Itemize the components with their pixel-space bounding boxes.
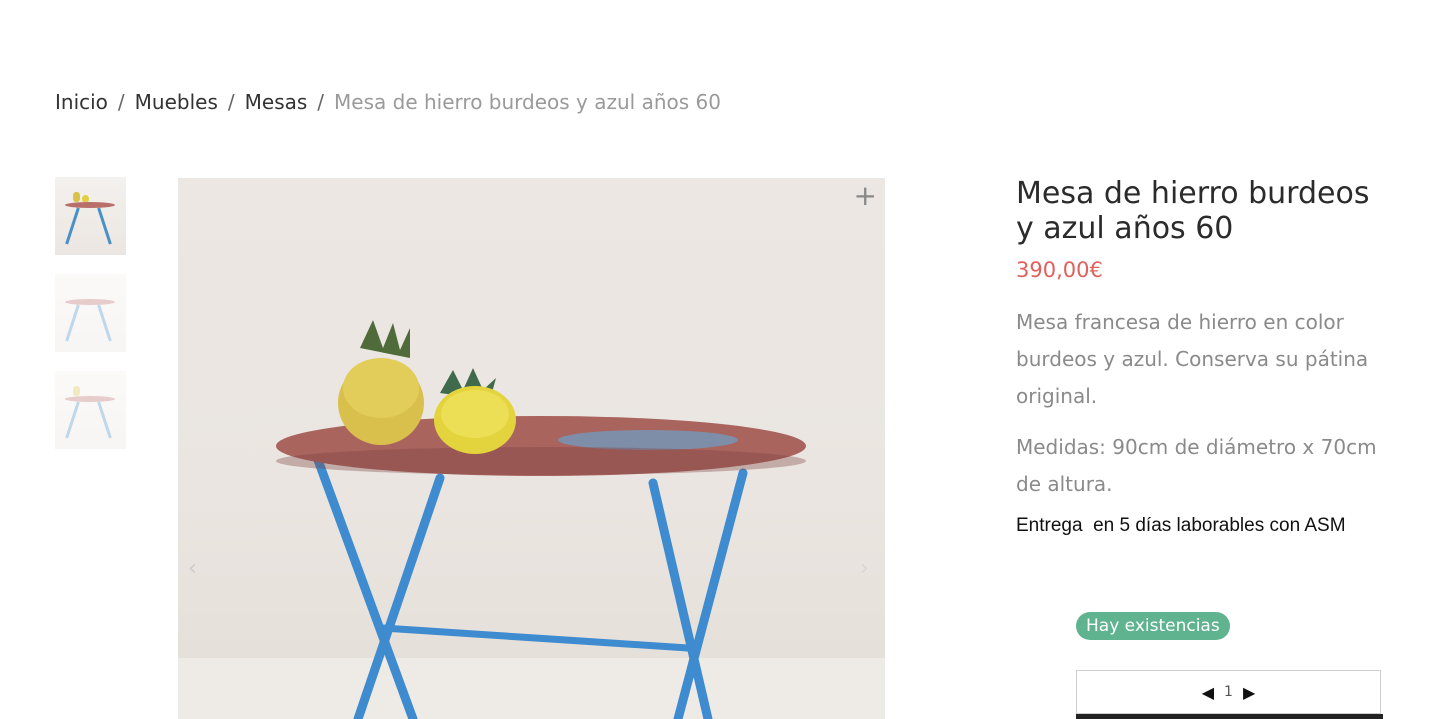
add-to-cart-button[interactable] [1076, 714, 1383, 719]
gallery-thumbnail-3[interactable] [55, 371, 126, 449]
thumbnail-table-top [65, 202, 115, 208]
quantity-stepper[interactable]: ◀ 1 ▶ [1076, 670, 1381, 714]
product-summary: Mesa de hierro burdeos y azul años 60 39… [1016, 176, 1396, 537]
thumbnail-pineapple [73, 192, 80, 202]
breadcrumb-link-inicio[interactable]: Inicio [55, 90, 108, 114]
gallery-thumbnails [55, 177, 126, 468]
thumbnail-pineapple [73, 386, 80, 396]
product-measures: Medidas: 90cm de diámetro x 70cm de altu… [1016, 435, 1377, 496]
pineapple-large [338, 320, 424, 445]
delivery-info: Entrega en 5 días laborables con ASM [1016, 515, 1346, 536]
gallery-thumbnail-2[interactable] [55, 274, 126, 352]
zoom-plus-icon[interactable]: + [854, 182, 877, 210]
table-top-patina [558, 430, 738, 450]
table-edge [276, 447, 806, 475]
breadcrumb-separator: / [117, 90, 125, 114]
decrease-quantity-button[interactable]: ◀ [1192, 683, 1224, 702]
chevron-left-icon[interactable]: ‹ [188, 556, 197, 581]
gallery-thumbnail-1[interactable] [55, 177, 126, 255]
breadcrumb-separator: / [317, 90, 325, 114]
breadcrumb: Inicio / Muebles / Mesas / Mesa de hierro burd… [55, 90, 721, 114]
floor [178, 658, 885, 719]
increase-quantity-button[interactable]: ▶ [1233, 683, 1265, 702]
breadcrumb-link-mesas[interactable]: Mesas [245, 90, 308, 114]
pineapple-small [434, 368, 516, 454]
chevron-right-icon[interactable]: › [860, 556, 869, 581]
breadcrumb-separator: / [227, 90, 235, 114]
breadcrumb-current: Mesa de hierro burdeos y azul años 60 [334, 90, 721, 114]
quantity-value[interactable]: 1 [1224, 684, 1233, 700]
product-description: Mesa francesa de hierro en color burdeos… [1016, 310, 1369, 408]
stock-badge: Hay existencias [1076, 612, 1230, 640]
breadcrumb-link-muebles[interactable]: Muebles [135, 90, 218, 114]
thumbnail-table-top [65, 396, 115, 402]
thumbnail-table-top [65, 299, 115, 305]
product-price: 390,00€ [1016, 258, 1103, 282]
product-main-image[interactable]: + [178, 178, 885, 719]
product-photo [178, 320, 885, 719]
product-title: Mesa de hierro burdeos y azul años 60 [1016, 176, 1370, 246]
